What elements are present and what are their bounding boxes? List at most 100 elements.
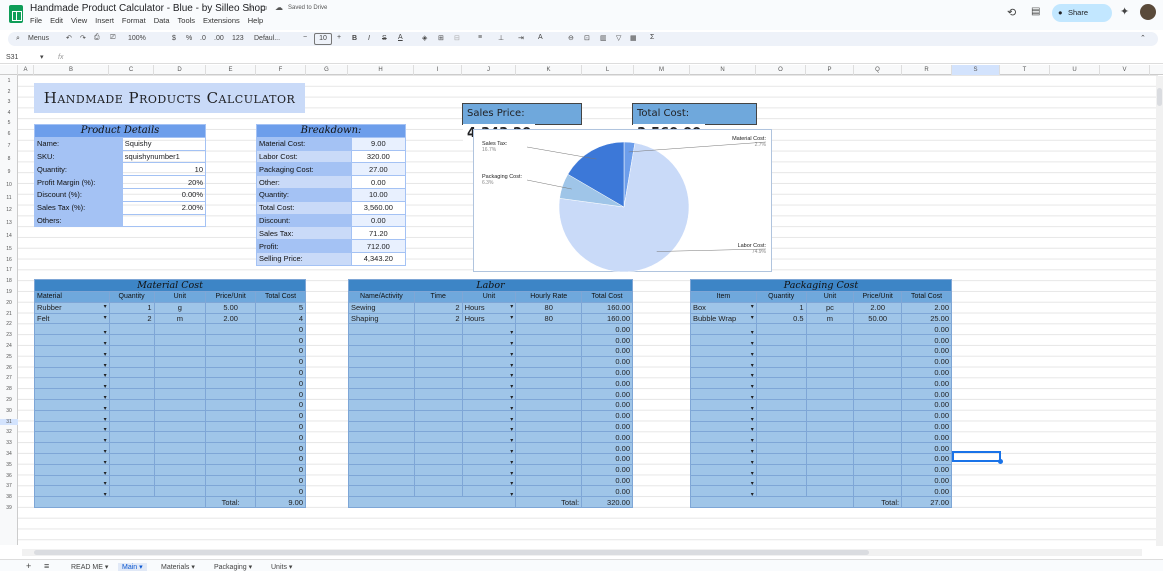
material-cell[interactable]: ▾ bbox=[34, 323, 110, 336]
packaging-cell[interactable]: ▾ bbox=[690, 485, 757, 498]
material-cell[interactable]: 0 bbox=[255, 452, 306, 465]
packaging-cell[interactable]: 0.00 bbox=[901, 474, 952, 487]
material-cell[interactable] bbox=[205, 323, 257, 336]
material-cell[interactable] bbox=[153, 485, 207, 498]
row-header[interactable]: 25 bbox=[0, 354, 18, 360]
labor-cell[interactable] bbox=[515, 409, 583, 422]
packaging-cell[interactable] bbox=[805, 463, 855, 476]
material-cell[interactable]: m bbox=[153, 312, 207, 325]
material-cell[interactable] bbox=[153, 366, 207, 379]
labor-cell[interactable] bbox=[413, 355, 463, 368]
material-cell[interactable] bbox=[205, 334, 257, 346]
packaging-cell[interactable]: 1 bbox=[755, 301, 807, 314]
material-cell[interactable]: 0 bbox=[255, 409, 306, 422]
packaging-cell[interactable] bbox=[853, 323, 903, 336]
row-header[interactable]: 26 bbox=[0, 365, 18, 371]
functions-icon[interactable]: Σ bbox=[650, 34, 654, 41]
filter-views-icon[interactable]: ▦ bbox=[630, 34, 637, 42]
sheet-tab-main[interactable]: Main ▾ bbox=[118, 563, 147, 571]
product-detail-value[interactable]: Squishy bbox=[121, 136, 207, 151]
undo-icon[interactable]: ↶ bbox=[66, 34, 72, 42]
packaging-cell[interactable]: 0.00 bbox=[901, 366, 952, 379]
material-cell[interactable]: 0 bbox=[255, 398, 306, 411]
material-cell[interactable] bbox=[205, 474, 257, 487]
packaging-cell[interactable]: ▾ bbox=[690, 420, 757, 433]
product-detail-value[interactable] bbox=[121, 213, 207, 228]
labor-cell[interactable]: ▾ bbox=[461, 474, 517, 487]
labor-cell[interactable]: Shaping bbox=[348, 312, 415, 325]
labor-cell[interactable] bbox=[515, 398, 583, 411]
material-cell[interactable]: 4 bbox=[255, 312, 306, 325]
material-cell[interactable] bbox=[153, 388, 207, 400]
material-cell[interactable] bbox=[153, 323, 207, 336]
col-header[interactable]: P bbox=[806, 65, 854, 75]
packaging-cell[interactable]: Bubble Wrap ▾ bbox=[690, 312, 757, 325]
labor-total-value[interactable]: 320.00 bbox=[581, 496, 633, 508]
breakdown-value[interactable]: 4,343.20 bbox=[350, 251, 407, 266]
row-header[interactable]: 22 bbox=[0, 321, 18, 327]
row-header[interactable]: 12 bbox=[0, 207, 18, 213]
all-sheets-icon[interactable]: ≡ bbox=[44, 561, 49, 571]
comment-insert-icon[interactable]: ⊡ bbox=[584, 34, 590, 42]
material-cell[interactable]: ▾ bbox=[34, 420, 110, 433]
packaging-cell[interactable]: Box ▾ bbox=[690, 301, 757, 314]
row-header[interactable]: 8 bbox=[0, 156, 18, 162]
col-header[interactable]: S bbox=[952, 65, 1000, 75]
labor-cell[interactable]: 2 bbox=[413, 301, 463, 314]
col-header[interactable]: T bbox=[1000, 65, 1050, 75]
labor-cell[interactable] bbox=[413, 485, 463, 498]
material-cell[interactable] bbox=[108, 388, 155, 400]
menu-edit[interactable]: Edit bbox=[50, 16, 63, 25]
material-cell[interactable] bbox=[153, 377, 207, 390]
bold-icon[interactable]: B bbox=[352, 35, 357, 42]
zoom-select[interactable]: 100% bbox=[128, 35, 146, 42]
packaging-cell[interactable] bbox=[853, 377, 903, 390]
name-box[interactable]: S31 bbox=[6, 54, 18, 61]
labor-cell[interactable] bbox=[348, 409, 415, 422]
packaging-cell[interactable]: ▾ bbox=[690, 344, 757, 357]
row-header[interactable]: 19 bbox=[0, 289, 18, 295]
labor-cell[interactable]: ▾ bbox=[461, 398, 517, 411]
packaging-cell[interactable] bbox=[853, 442, 903, 454]
product-detail-value[interactable]: squishynumber1 bbox=[121, 149, 207, 164]
material-cell[interactable]: 0 bbox=[255, 377, 306, 390]
row-header[interactable]: 33 bbox=[0, 440, 18, 446]
packaging-cell[interactable] bbox=[755, 377, 807, 390]
labor-cell[interactable] bbox=[348, 474, 415, 487]
packaging-cell[interactable] bbox=[805, 452, 855, 465]
labor-cell[interactable]: 0.00 bbox=[581, 442, 633, 454]
col-header[interactable]: O bbox=[756, 65, 806, 75]
material-cell[interactable]: g bbox=[153, 301, 207, 314]
folder-icon[interactable]: ▭ bbox=[260, 3, 268, 12]
packaging-cell[interactable] bbox=[805, 377, 855, 390]
menu-format[interactable]: Format bbox=[122, 16, 146, 25]
material-cell[interactable]: 0 bbox=[255, 485, 306, 498]
packaging-cell[interactable]: ▾ bbox=[690, 431, 757, 444]
material-cell[interactable] bbox=[205, 409, 257, 422]
material-cell[interactable] bbox=[205, 355, 257, 368]
labor-cell[interactable]: 0.00 bbox=[581, 388, 633, 400]
scroll-thumb[interactable] bbox=[34, 550, 869, 555]
fill-color-icon[interactable]: ◈ bbox=[422, 34, 427, 42]
material-cell[interactable]: 0 bbox=[255, 334, 306, 346]
labor-cell[interactable] bbox=[348, 431, 415, 444]
labor-cell[interactable]: ▾ bbox=[461, 431, 517, 444]
packaging-cell[interactable]: 2.00 bbox=[901, 301, 952, 314]
packaging-cell[interactable]: ▾ bbox=[690, 398, 757, 411]
star-icon[interactable]: ☆ bbox=[246, 3, 254, 14]
history-icon[interactable]: ⟲ bbox=[1007, 6, 1016, 19]
dropdown-arrow-icon[interactable]: ▾ bbox=[751, 314, 754, 321]
material-cell[interactable] bbox=[108, 442, 155, 454]
packaging-cell[interactable]: ▾ bbox=[690, 355, 757, 368]
material-cell[interactable] bbox=[108, 366, 155, 379]
material-cell[interactable]: 0 bbox=[255, 442, 306, 454]
col-header[interactable]: D bbox=[154, 65, 206, 75]
gemini-icon[interactable]: ✦ bbox=[1120, 5, 1129, 18]
packaging-cell[interactable]: ▾ bbox=[690, 452, 757, 465]
labor-cell[interactable]: 0.00 bbox=[581, 398, 633, 411]
labor-cell[interactable]: ▾ bbox=[461, 420, 517, 433]
labor-cell[interactable]: 0.00 bbox=[581, 485, 633, 498]
packaging-cell[interactable] bbox=[853, 344, 903, 357]
row-header[interactable]: 30 bbox=[0, 408, 18, 414]
labor-cell[interactable] bbox=[515, 323, 583, 336]
